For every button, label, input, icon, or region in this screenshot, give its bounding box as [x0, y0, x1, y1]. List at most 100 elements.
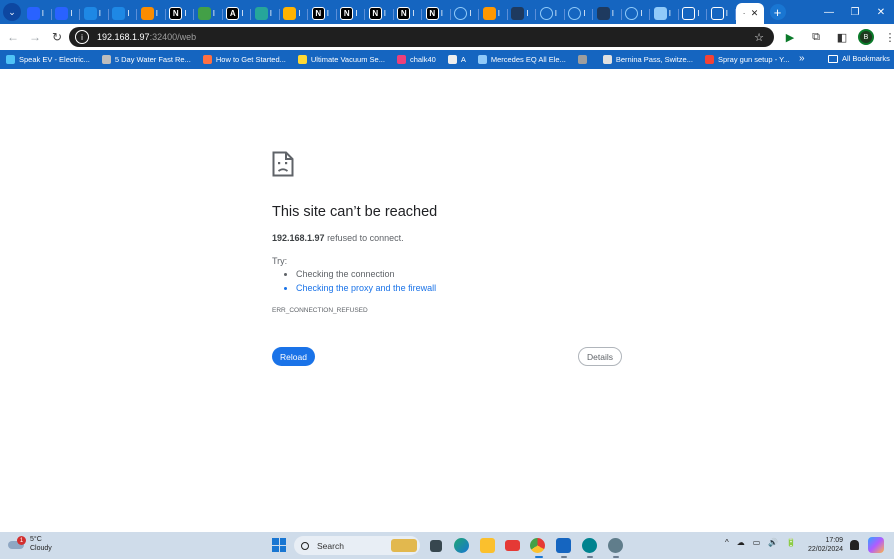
bookmark-label: Speak EV - Electric... [19, 55, 90, 64]
chat-favicon-icon [55, 7, 69, 20]
bookmarks-overflow-button[interactable]: » [799, 53, 805, 64]
tab-title: I [326, 9, 329, 18]
url-path: :32400/web [149, 32, 197, 42]
notification-bell-icon[interactable] [850, 540, 859, 550]
info-icon[interactable]: i [75, 30, 89, 44]
tab-9[interactable]: I [280, 4, 308, 24]
details-button[interactable]: Details [578, 347, 622, 366]
error-description: 192.168.1.97 refused to connect. [272, 233, 404, 243]
tab-21[interactable]: I [622, 4, 650, 24]
edge-icon[interactable] [454, 538, 469, 553]
new-tab-button[interactable]: + [769, 4, 786, 20]
close-icon[interactable]: ✕ [751, 8, 759, 19]
bookmark-item[interactable]: Bernina Pass, Switze... [602, 55, 693, 64]
tab-3[interactable]: I [109, 4, 137, 24]
chrome-icon[interactable] [530, 538, 545, 553]
tab-11[interactable]: NI [337, 4, 365, 24]
tab-10[interactable]: NI [308, 4, 337, 24]
tab-16[interactable]: I [479, 4, 508, 24]
bookmark-item[interactable]: chalk40 [396, 55, 436, 64]
grid-favicon-icon [254, 7, 268, 20]
tab-7[interactable]: AI [223, 4, 251, 24]
avatar[interactable]: B [858, 29, 874, 45]
tab-14[interactable]: NI [422, 4, 451, 24]
extension-icon[interactable]: ▶ [780, 27, 800, 47]
all-bookmarks-button[interactable]: All Bookmarks [828, 54, 890, 63]
browser-toolbar: ← → ↻ i 192.168.1.97:32400/web ☆ ▶ ⧉ ◧ B… [0, 24, 894, 50]
clock[interactable]: 17:09 22/02/2024 [808, 536, 843, 554]
N-favicon-icon: N [397, 7, 411, 20]
show-hidden-icons-icon[interactable]: ^ [725, 538, 729, 547]
tab-24[interactable]: I [707, 4, 736, 24]
display-icon[interactable]: ▭ [753, 538, 761, 547]
bookmark-item[interactable]: Spray gun setup - Y... [704, 55, 790, 64]
suggestion-list: Checking the connection Checking the pro… [286, 269, 436, 297]
close-window-button[interactable]: ✕ [868, 0, 894, 24]
menu-icon[interactable]: ⋮ [880, 27, 894, 47]
bookmark-item[interactable]: Speak EV - Electric... [6, 55, 90, 64]
bookmark-item[interactable]: 5 Day Water Fast Re... [101, 55, 191, 64]
tab-18[interactable]: I [536, 4, 565, 24]
settings-gear-icon[interactable] [608, 538, 623, 553]
bookmark-item[interactable] [577, 55, 591, 64]
tab-22[interactable]: I [650, 4, 679, 24]
outlook-icon[interactable] [556, 538, 571, 553]
tab-strip: ⌄ IIIIINIIAIIINININININIIIIIIIIIII · ✕ +… [0, 0, 894, 24]
address-bar[interactable]: i 192.168.1.97:32400/web ☆ [69, 27, 774, 47]
restore-button[interactable]: ❐ [842, 0, 868, 24]
magnifier-app-icon[interactable] [582, 538, 597, 553]
tab-0[interactable]: I [23, 4, 52, 24]
stripe-favicon-icon [197, 7, 211, 20]
onedrive-icon[interactable]: ☁ [737, 538, 745, 547]
bookmark-favicon-icon [602, 55, 612, 64]
youtube-icon[interactable] [505, 540, 520, 551]
extensions-puzzle-icon[interactable]: ⧉ [806, 27, 826, 47]
tab-title: I [725, 9, 728, 18]
tab-15[interactable]: I [451, 4, 479, 24]
taskbar: 1 5°C Cloudy Search ^ ☁ ▭ 🔊 🔋 17:09 22/02/20… [0, 532, 894, 559]
volume-icon[interactable]: 🔊 [768, 538, 778, 547]
taskbar-search[interactable]: Search [294, 536, 420, 555]
bookmark-item[interactable]: Ultimate Vacuum Se... [297, 55, 385, 64]
active-tab[interactable]: · ✕ [735, 3, 764, 24]
copilot-icon[interactable] [868, 537, 884, 553]
bookmark-item[interactable]: Mercedes EQ All Ele... [477, 55, 566, 64]
tab-title: I [241, 9, 244, 18]
tab-title: I [298, 9, 301, 18]
tab-23[interactable]: I [679, 4, 707, 24]
task-view-icon[interactable] [430, 540, 442, 552]
forward-button[interactable]: → [24, 26, 46, 48]
tab-4[interactable]: I [137, 4, 166, 24]
tab-8[interactable]: I [251, 4, 280, 24]
back-button[interactable]: ← [2, 26, 24, 48]
bookmark-favicon-icon [202, 55, 212, 64]
url-text[interactable]: 192.168.1.97:32400/web [97, 32, 196, 42]
star-icon[interactable]: ☆ [754, 31, 764, 44]
tab-17[interactable]: I [508, 4, 536, 24]
minimize-button[interactable]: — [816, 0, 842, 24]
tab-12[interactable]: NI [365, 4, 394, 24]
tab-13[interactable]: NI [394, 4, 422, 24]
start-button[interactable] [272, 538, 286, 552]
tab-19[interactable]: I [565, 4, 593, 24]
reload-button[interactable]: Reload [272, 347, 315, 366]
suggestion-check-proxy-link[interactable]: Checking the proxy and the firewall [296, 283, 436, 293]
tab-2[interactable]: I [80, 4, 109, 24]
system-tray: ^ ☁ ▭ 🔊 🔋 [725, 538, 804, 547]
tab-20[interactable]: I [593, 4, 622, 24]
bookmark-item[interactable]: How to Get Started... [202, 55, 286, 64]
tab-5[interactable]: NI [166, 4, 194, 24]
reload-icon[interactable]: ↻ [46, 26, 68, 48]
battery-icon[interactable]: 🔋 [786, 538, 796, 547]
bookmark-favicon-icon [297, 55, 307, 64]
bookmark-item[interactable]: A [447, 55, 466, 64]
file-explorer-icon[interactable] [480, 538, 495, 553]
weather-widget[interactable]: 1 5°C Cloudy [8, 535, 52, 553]
arrow-favicon-icon [112, 7, 126, 20]
bookmark-label: Spray gun setup - Y... [717, 55, 790, 64]
tab-1[interactable]: I [52, 4, 80, 24]
tab-6[interactable]: I [194, 4, 223, 24]
tab-title: I [583, 9, 586, 18]
tab-search-button[interactable]: ⌄ [3, 3, 21, 21]
side-panel-icon[interactable]: ◧ [832, 27, 852, 47]
